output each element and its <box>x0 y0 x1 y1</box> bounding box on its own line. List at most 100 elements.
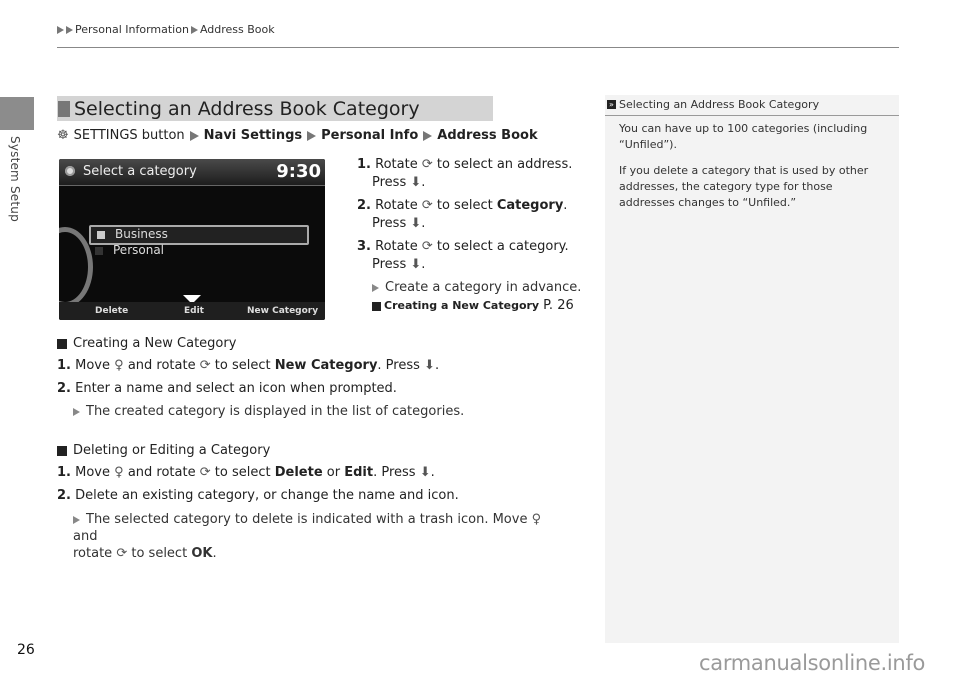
step-number: 1. <box>57 465 71 480</box>
sidebar-notes: » Selecting an Address Book Category You… <box>605 95 899 643</box>
step-text: Enter a name and select an icon when pro… <box>75 381 397 396</box>
screen-title-bar: Select a category 9:30 <box>59 159 325 186</box>
step-text: and rotate <box>127 358 196 373</box>
breadcrumb-item[interactable]: Personal Information <box>75 23 189 36</box>
step-emphasis: Edit <box>344 465 374 480</box>
menu-path: ☸ SETTINGS button Navi Settings Personal… <box>57 128 538 143</box>
heading-square-icon <box>57 338 67 349</box>
step-number: 2. <box>357 198 371 213</box>
move-knob-icon: ♀ <box>114 358 124 373</box>
breadcrumb-arrow-icon <box>190 25 198 34</box>
category-list-item[interactable]: Personal <box>89 243 305 259</box>
step-text: Rotate <box>375 239 418 254</box>
section-title: Selecting an Address Book Category <box>74 97 420 120</box>
rotate-knob-icon: ⟳ <box>421 198 433 213</box>
path-arrow-icon <box>307 130 317 141</box>
breadcrumb: Personal Information Address Book <box>57 23 275 36</box>
note-emphasis: OK <box>191 546 213 561</box>
step-text: . <box>434 358 440 373</box>
step-number: 1. <box>57 358 71 373</box>
section-header: Selecting an Address Book Category <box>57 96 493 121</box>
gear-icon <box>65 166 75 176</box>
softkey-edit[interactable]: Edit <box>184 306 204 316</box>
step-3: 3. Rotate ⟳ to select a category. Press … <box>357 239 569 272</box>
step-text: to select an address. <box>436 157 573 172</box>
watermark: carmanualsonline.info <box>699 651 926 675</box>
instruction-line: 1. Move ♀ and rotate ⟳ to select New Cat… <box>57 358 464 373</box>
instruction-line: 2. Delete an existing category, or chang… <box>57 488 553 503</box>
step-emphasis: Delete <box>274 465 323 480</box>
page-number: 26 <box>17 642 35 658</box>
note-text: to select <box>131 546 188 561</box>
step-text: to select a category. <box>436 239 569 254</box>
xref-arrow-icon <box>372 301 381 311</box>
step-emphasis: Category <box>496 198 564 213</box>
xref-label[interactable]: Creating a New Category <box>384 297 539 315</box>
breadcrumb-arrow-icon <box>66 25 73 34</box>
rotate-knob-icon: ⟳ <box>199 358 211 373</box>
breadcrumb-arrow-icon <box>57 25 64 34</box>
instruction-note: The created category is displayed in the… <box>57 404 464 419</box>
section-square-icon <box>58 100 70 117</box>
sidebar-paragraph: If you delete a category that is used by… <box>619 164 869 209</box>
side-tab-marker <box>0 97 34 130</box>
subsection-title: Deleting or Editing a Category <box>73 443 271 458</box>
step-text: Press <box>372 216 407 231</box>
step-text: . Press <box>377 358 420 373</box>
step-text: Rotate <box>375 198 418 213</box>
creating-category-section: Creating a New Category 1. Move ♀ and ro… <box>57 336 464 419</box>
move-knob-icon: ♀ <box>114 465 124 480</box>
step-text: . <box>430 465 435 480</box>
step-text: to select <box>214 465 271 480</box>
note-text: Create a category in advance. <box>385 280 582 295</box>
double-chevron-icon: » <box>607 100 616 109</box>
rotate-knob-icon: ⟳ <box>199 465 211 480</box>
screen-title: Select a category <box>83 164 197 179</box>
step-number: 2. <box>57 488 71 503</box>
softkey-new-category[interactable]: New Category <box>247 306 318 316</box>
dial-graphic <box>59 227 93 307</box>
rotate-knob-icon: ⟳ <box>116 546 128 561</box>
subsection-title: Creating a New Category <box>73 336 237 351</box>
step-text: or <box>326 465 341 480</box>
step-2: 2. Rotate ⟳ to select Category. Press ⬇. <box>357 198 568 231</box>
category-icon <box>95 246 103 255</box>
breadcrumb-item[interactable]: Address Book <box>200 23 275 36</box>
cross-reference-link[interactable]: Creating a New Category P. 26 <box>357 297 587 315</box>
menu-path-item: Address Book <box>437 128 538 143</box>
step-text: Rotate <box>375 157 418 172</box>
softkey-delete[interactable]: Delete <box>95 306 128 316</box>
step-text: . Press <box>373 465 416 480</box>
menu-path-item: Personal Info <box>321 128 419 143</box>
path-arrow-icon <box>189 130 199 141</box>
category-label: Personal <box>113 243 165 257</box>
note-text: . <box>212 546 217 561</box>
category-label: Business <box>115 227 168 241</box>
menu-path-prefix: SETTINGS button <box>73 128 185 143</box>
step-text: . <box>563 198 568 213</box>
header-divider <box>57 47 899 48</box>
step-text: Press <box>372 175 407 190</box>
press-knob-icon: ⬇ <box>410 216 422 231</box>
rotate-knob-icon: ⟳ <box>421 157 433 172</box>
note-text: rotate <box>73 546 113 561</box>
subsection-heading: Creating a New Category <box>57 336 464 351</box>
step-number: 1. <box>357 157 371 172</box>
step-note: Create a category in advance. <box>357 279 587 297</box>
xref-page[interactable]: P. 26 <box>543 297 574 315</box>
sidebar-divider <box>605 115 899 116</box>
screen-clock: 9:30 <box>276 161 321 182</box>
step-text: to select <box>436 198 493 213</box>
step-text: Move <box>75 358 110 373</box>
heading-square-icon <box>57 445 67 456</box>
note-text: and <box>73 529 98 544</box>
move-knob-icon: ♀ <box>531 512 542 527</box>
category-icon <box>97 230 105 239</box>
deleting-category-section: Deleting or Editing a Category 1. Move ♀… <box>57 443 553 562</box>
step-number: 2. <box>57 381 71 396</box>
path-arrow-icon <box>423 130 433 141</box>
category-list-item-selected[interactable]: Business <box>89 225 309 245</box>
sidebar-title-text: Selecting an Address Book Category <box>619 98 820 111</box>
step-text: Press <box>372 257 407 272</box>
press-knob-icon: ⬇ <box>419 465 431 480</box>
